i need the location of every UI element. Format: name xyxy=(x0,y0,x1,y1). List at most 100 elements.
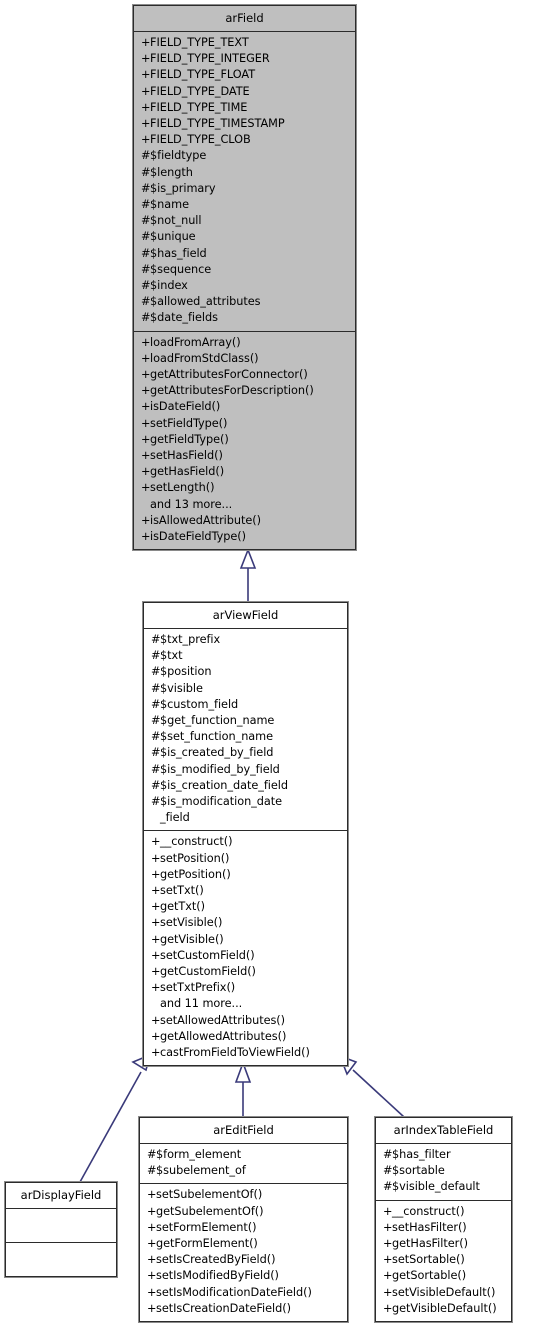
member-row: #$is_created_by_field xyxy=(144,745,347,761)
member-row: and 11 more... xyxy=(144,996,347,1012)
class-box-arfield[interactable]: arField +FIELD_TYPE_TEXT +FIELD_TYPE_INTE… xyxy=(132,3,357,552)
member-row: +loadFromStdClass() xyxy=(134,351,355,367)
member-label: and 13 more... xyxy=(150,497,233,511)
member-row: +getFieldType() xyxy=(134,432,355,448)
member-row: #$custom_field xyxy=(144,697,347,713)
visibility-marker: + xyxy=(147,1269,157,1283)
member-label: setIsModificationDateField() xyxy=(156,1285,312,1299)
member-row: +__construct() xyxy=(144,834,347,850)
member-row: #$set_function_name xyxy=(144,729,347,745)
member-row: #$allowed_attributes xyxy=(134,294,355,310)
class-box-arindextablefield[interactable]: arIndexTableField #$has_filter #$sortable… xyxy=(374,1115,513,1324)
member-label: loadFromArray() xyxy=(150,335,241,349)
member-row: +FIELD_TYPE_FLOAT xyxy=(134,67,355,83)
member-row: #$fieldtype xyxy=(134,148,355,164)
visibility-marker: + xyxy=(383,1285,393,1299)
member-label: $form_element xyxy=(156,1148,242,1161)
member-row: #$name xyxy=(134,197,355,213)
edge-arviewfield-to-arfield xyxy=(239,547,257,602)
visibility-marker: + xyxy=(141,133,151,147)
visibility-marker: + xyxy=(151,1046,161,1060)
attributes-compartment-arviewfield: #$txt_prefix #$txt #$position #$visible #$cu… xyxy=(144,629,347,832)
member-row: +setHasFilter() xyxy=(376,1220,511,1236)
visibility-marker: # xyxy=(151,633,161,646)
class-box-areditfield[interactable]: arEditField #$form_element #$subelement_o… xyxy=(138,1115,349,1324)
visibility-marker: + xyxy=(141,449,151,463)
class-name-areditfield: arEditField xyxy=(140,1118,347,1144)
visibility-marker: + xyxy=(151,900,161,914)
member-row: #$sortable xyxy=(376,1163,511,1179)
visibility-marker: + xyxy=(141,432,151,446)
member-label: $allowed_attributes xyxy=(150,295,261,309)
visibility-marker: # xyxy=(141,279,151,293)
member-row: +setFormElement() xyxy=(140,1220,347,1236)
member-label: setIsCreationDateField() xyxy=(156,1301,291,1315)
member-row: +setSortable() xyxy=(376,1252,511,1268)
member-label: $length xyxy=(150,165,193,179)
visibility-marker: + xyxy=(147,1237,157,1251)
visibility-marker: + xyxy=(151,981,161,995)
attributes-compartment-arfield: +FIELD_TYPE_TEXT +FIELD_TYPE_INTEGER +FIEL… xyxy=(134,32,355,332)
visibility-marker: + xyxy=(151,932,161,946)
member-label: setFormElement() xyxy=(156,1220,257,1234)
member-row: +FIELD_TYPE_INTEGER xyxy=(134,51,355,67)
member-label: $is_creation_date_field xyxy=(160,778,288,792)
member-label: $sequence xyxy=(150,262,212,276)
member-row: #$not_null xyxy=(134,213,355,229)
member-label: setIsModifiedByField() xyxy=(156,1269,279,1283)
visibility-marker: + xyxy=(141,368,151,382)
member-row: #$is_modified_by_field xyxy=(144,762,347,778)
member-row: +setFieldType() xyxy=(134,416,355,432)
member-label: $fieldtype xyxy=(150,149,207,163)
visibility-marker: + xyxy=(147,1301,157,1315)
edge-areditfield-to-arviewfield xyxy=(234,1060,252,1117)
member-row: #$visible xyxy=(144,681,347,697)
visibility-marker: # xyxy=(383,1180,393,1194)
member-label: isDateField() xyxy=(150,400,221,414)
member-row: +setVisible() xyxy=(144,915,347,931)
member-row: +setIsCreatedByField() xyxy=(140,1252,347,1268)
class-box-arviewfield[interactable]: arViewField #$txt_prefix #$txt #$position #… xyxy=(142,600,349,1068)
member-row: _field xyxy=(144,810,347,826)
member-row: +getSubelementOf() xyxy=(140,1204,347,1220)
member-label: $is_modified_by_field xyxy=(160,762,280,776)
member-label: setLength() xyxy=(150,481,215,495)
attributes-compartment-areditfield: #$form_element #$subelement_of xyxy=(140,1144,347,1185)
member-row: +getCustomField() xyxy=(144,964,347,980)
visibility-marker: # xyxy=(151,697,161,711)
member-label: getHasFilter() xyxy=(392,1237,468,1251)
member-label: $txt_prefix xyxy=(160,633,221,646)
member-row: +getVisible() xyxy=(144,932,347,948)
visibility-marker: # xyxy=(141,214,151,228)
visibility-marker: + xyxy=(141,36,151,49)
member-label: getSortable() xyxy=(392,1269,467,1283)
visibility-marker: + xyxy=(383,1237,393,1251)
visibility-marker: # xyxy=(147,1148,157,1161)
member-label: $sortable xyxy=(392,1164,445,1178)
member-row: +setAllowedAttributes() xyxy=(144,1013,347,1029)
member-label: setTxt() xyxy=(160,884,204,898)
member-row: and 13 more... xyxy=(134,497,355,513)
member-label: $txt xyxy=(160,649,183,663)
class-name-arindextablefield: arIndexTableField xyxy=(376,1118,511,1144)
member-label: setAllowedAttributes() xyxy=(160,1013,286,1027)
member-row: +setIsModificationDateField() xyxy=(140,1285,347,1301)
class-box-ardisplayfield[interactable]: arDisplayField xyxy=(4,1181,118,1278)
visibility-marker: + xyxy=(151,884,161,898)
member-row: +FIELD_TYPE_TIME xyxy=(134,100,355,116)
visibility-marker: + xyxy=(151,965,161,979)
member-label: $position xyxy=(160,665,212,679)
visibility-marker: # xyxy=(151,795,161,809)
member-label: castFromFieldToViewField() xyxy=(160,1046,310,1060)
member-label: getAttributesForConnector() xyxy=(150,368,308,382)
member-row: #$txt_prefix xyxy=(144,632,347,648)
methods-compartment-arviewfield: +__construct() +setPosition() +getPosition… xyxy=(144,831,347,1065)
visibility-marker: + xyxy=(383,1269,393,1283)
member-row: #$unique xyxy=(134,229,355,245)
member-row: #$txt xyxy=(144,648,347,664)
visibility-marker: # xyxy=(151,681,161,695)
member-label: setSubelementOf() xyxy=(156,1188,263,1202)
visibility-marker: + xyxy=(141,68,151,82)
visibility-marker: + xyxy=(141,52,151,66)
visibility-marker: + xyxy=(141,117,151,131)
